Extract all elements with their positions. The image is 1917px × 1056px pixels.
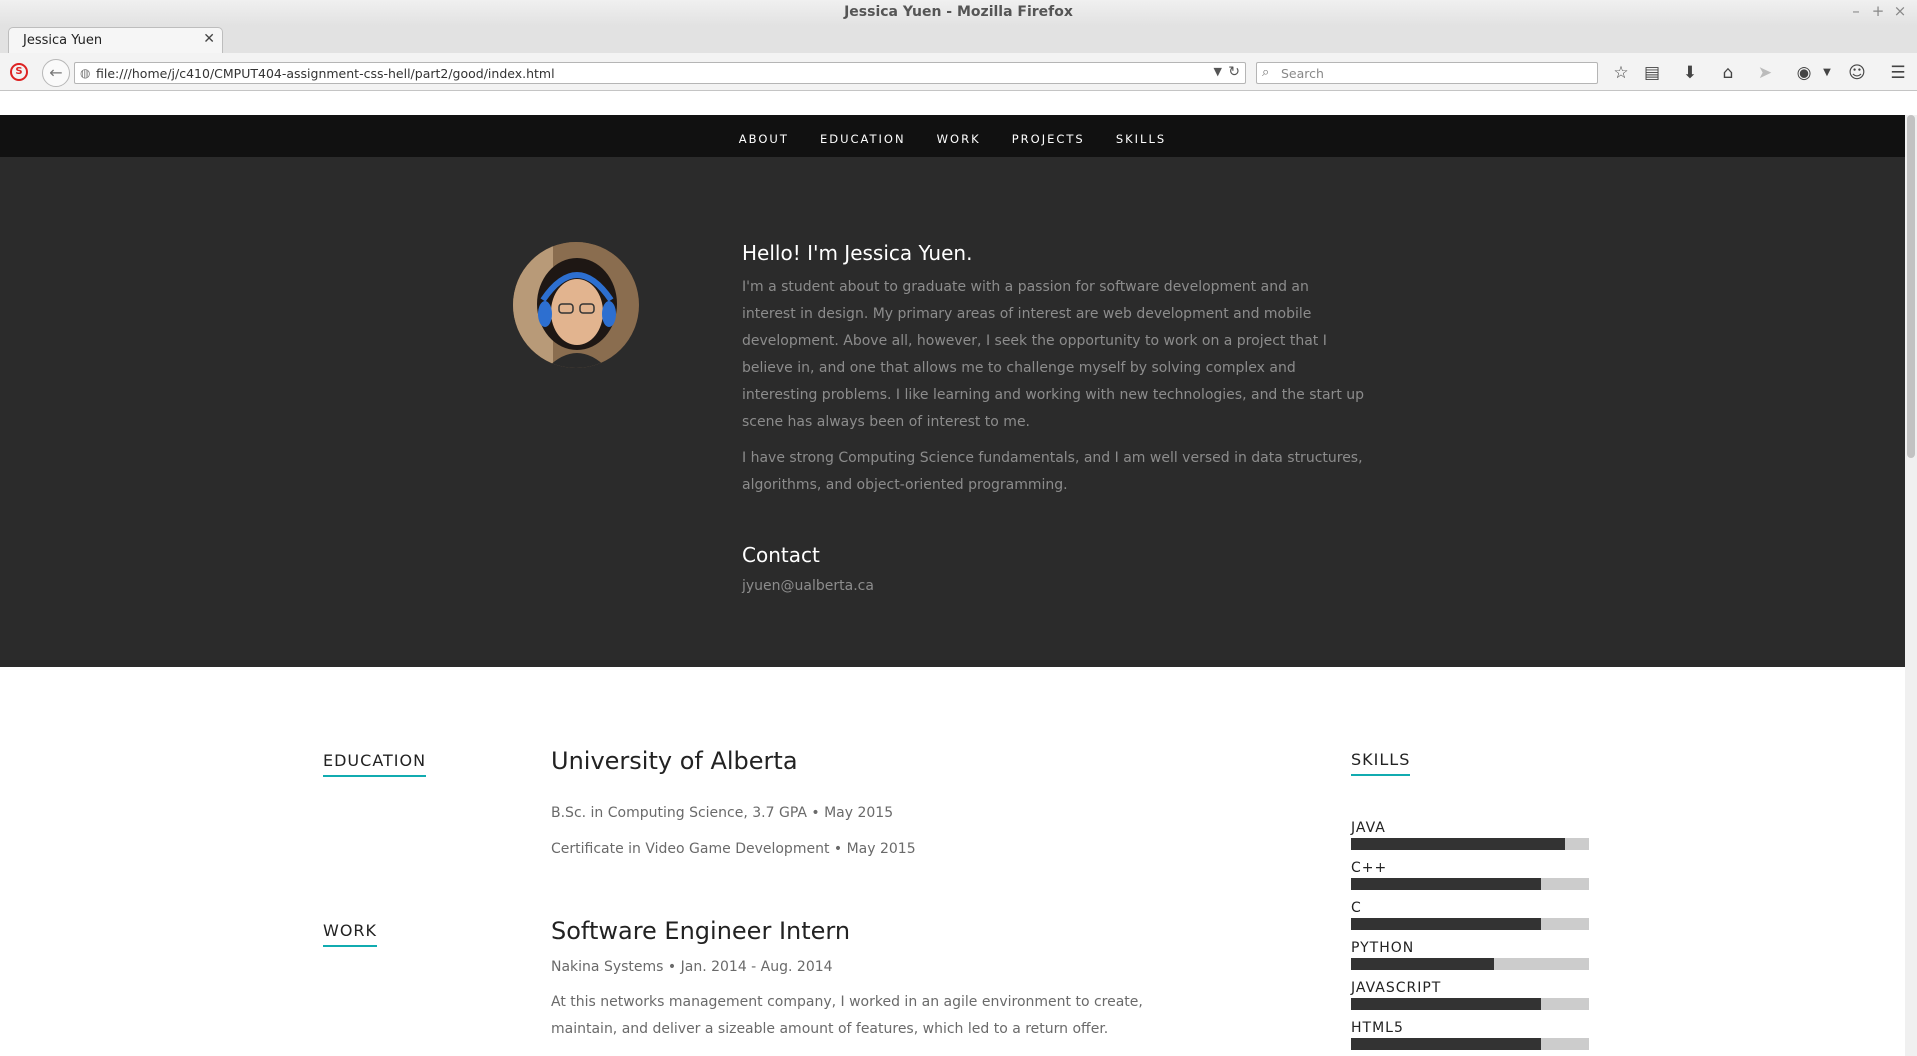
skill-name: JAVASCRIPT xyxy=(1351,980,1442,996)
job-description: At this networks management company, I w… xyxy=(551,994,1143,1037)
skill-item: C xyxy=(1351,900,1589,930)
nav-about[interactable]: ABOUT xyxy=(739,132,789,146)
page-scrollbar[interactable] xyxy=(1905,115,1917,1056)
skill-item: PYTHON xyxy=(1351,940,1589,970)
profile-photo xyxy=(513,242,639,368)
contact-heading: Contact xyxy=(742,543,820,567)
home-icon[interactable]: ⌂ xyxy=(1716,61,1740,85)
skill-bar-fill xyxy=(1351,1038,1542,1050)
skill-bar-track xyxy=(1351,838,1589,850)
skill-bar-track xyxy=(1351,878,1589,890)
certificate-line: Certificate in Video Game Development • … xyxy=(551,841,916,857)
skill-item: C++ xyxy=(1351,860,1589,890)
download-icon[interactable]: ⬇ xyxy=(1678,61,1702,85)
browser-tab[interactable]: Jessica Yuen ✕ xyxy=(8,27,223,54)
site-nav: ABOUT EDUCATION WORK PROJECTS SKILLS xyxy=(0,115,1905,157)
bio-paragraph-2: I have strong Computing Science fundamen… xyxy=(742,450,1363,493)
skill-name: JAVA xyxy=(1351,820,1386,836)
maximize-icon[interactable]: + xyxy=(1869,2,1887,22)
skill-item: HTML5 xyxy=(1351,1020,1589,1050)
skill-bar-fill xyxy=(1351,878,1542,890)
url-text: file:///home/j/c410/CMPUT404-assignment-… xyxy=(96,66,555,81)
skill-name: C xyxy=(1351,900,1362,916)
globe-icon: ◍ xyxy=(80,66,91,80)
school-name: University of Alberta xyxy=(551,747,798,775)
reading-list-icon[interactable]: ▤ xyxy=(1640,61,1664,85)
skill-bar-fill xyxy=(1351,958,1494,970)
send-icon[interactable]: ➤ xyxy=(1753,61,1777,85)
skill-bar-fill xyxy=(1351,838,1566,850)
bio-paragraph-1: I'm a student about to graduate with a p… xyxy=(742,279,1365,430)
nav-projects[interactable]: PROJECTS xyxy=(1012,132,1085,146)
tab-strip: Jessica Yuen ✕ ✚ xyxy=(0,26,1917,75)
degree-line: B.Sc. in Computing Science, 3.7 GPA • Ma… xyxy=(551,805,894,821)
browser-toolbar: S ← ◍ file:///home/j/c410/CMPUT404-assig… xyxy=(0,53,1917,91)
job-meta: Nakina Systems • Jan. 2014 - Aug. 2014 xyxy=(551,959,833,975)
about-section: Hello! I'm Jessica Yuen. I'm a student a… xyxy=(0,157,1905,667)
dropdown-icon[interactable]: ▼ xyxy=(1214,65,1222,78)
nav-education[interactable]: EDUCATION xyxy=(820,132,906,146)
skills-heading: SKILLS xyxy=(1351,750,1411,776)
job-title: Software Engineer Intern xyxy=(551,917,851,945)
url-bar[interactable]: ◍ file:///home/j/c410/CMPUT404-assignmen… xyxy=(74,62,1246,84)
skill-bar-fill xyxy=(1351,998,1542,1010)
page-viewport: ABOUT EDUCATION WORK PROJECTS SKILLS Hel… xyxy=(0,115,1905,1056)
noscript-icon[interactable]: S xyxy=(10,63,28,81)
skill-name: C++ xyxy=(1351,860,1388,876)
minimize-icon[interactable]: – xyxy=(1847,2,1865,22)
bookmark-star-icon[interactable]: ☆ xyxy=(1609,61,1633,85)
contact-email[interactable]: jyuen@ualberta.ca xyxy=(742,578,1364,594)
adblock-icon[interactable]: ◉ xyxy=(1792,61,1816,85)
search-placeholder: Search xyxy=(1281,66,1324,81)
skill-bar-track xyxy=(1351,918,1589,930)
chat-icon[interactable]: ☺ xyxy=(1845,61,1869,85)
skill-name: PYTHON xyxy=(1351,940,1415,956)
skill-bar-track xyxy=(1351,998,1589,1010)
menu-icon[interactable]: ☰ xyxy=(1886,61,1910,85)
skill-item: JAVASCRIPT xyxy=(1351,980,1589,1010)
skill-item: JAVA xyxy=(1351,820,1589,850)
work-heading: WORK xyxy=(323,921,378,947)
back-arrow-icon: ← xyxy=(49,63,63,82)
skill-bar-track xyxy=(1351,958,1589,970)
window-titlebar: Jessica Yuen - Mozilla Firefox – + × xyxy=(0,0,1917,26)
search-icon: ⌕ xyxy=(1262,65,1270,80)
reload-icon[interactable]: ↻ xyxy=(1228,64,1240,80)
about-text: Hello! I'm Jessica Yuen. I'm a student a… xyxy=(742,241,1364,594)
greeting-heading: Hello! I'm Jessica Yuen. xyxy=(742,241,973,265)
back-button[interactable]: ← xyxy=(42,59,70,87)
nav-skills[interactable]: SKILLS xyxy=(1116,132,1166,146)
nav-work[interactable]: WORK xyxy=(937,132,981,146)
skill-bar-track xyxy=(1351,1038,1589,1050)
close-tab-icon[interactable]: ✕ xyxy=(203,31,215,47)
skill-name: HTML5 xyxy=(1351,1020,1404,1036)
adblock-dropdown-icon[interactable]: ▼ xyxy=(1815,61,1839,85)
scrollbar-thumb[interactable] xyxy=(1907,115,1915,458)
tab-title: Jessica Yuen xyxy=(23,33,103,48)
close-window-icon[interactable]: × xyxy=(1891,2,1909,22)
education-heading: EDUCATION xyxy=(323,751,427,777)
skill-bar-fill xyxy=(1351,918,1542,930)
search-bar[interactable]: ⌕ Search xyxy=(1256,62,1598,84)
window-title: Jessica Yuen - Mozilla Firefox xyxy=(844,4,1073,20)
